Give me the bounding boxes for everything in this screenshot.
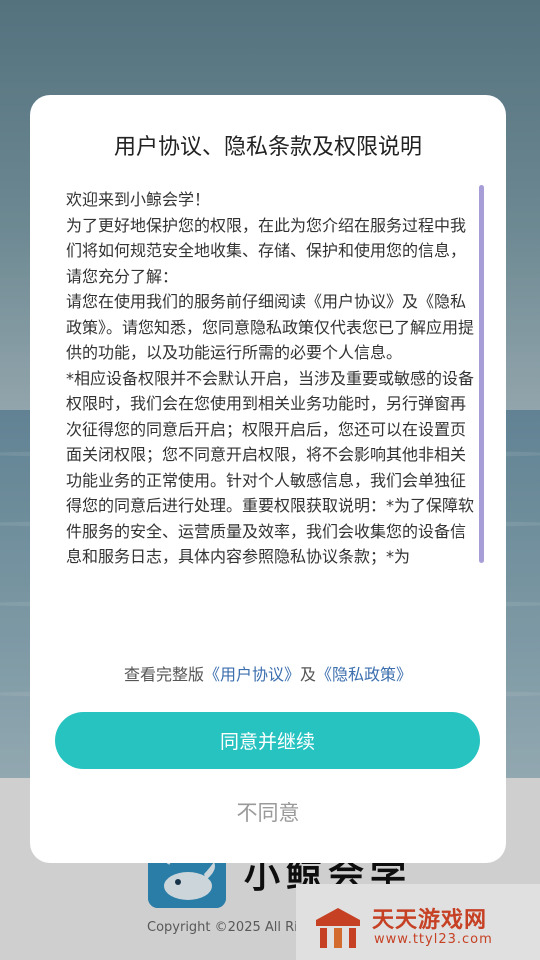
dialog-title: 用户协议、隐私条款及权限说明 (113, 135, 422, 160)
user-agreement-link[interactable]: 《用户协议》 (204, 665, 300, 684)
links-and: 及 (300, 665, 317, 684)
agreement-content-text: 欢迎来到小鲸会学！ 为了更好地保护您的权限，在此为您介绍在服务过程中我们将如何规… (66, 190, 475, 566)
privacy-policy-link[interactable]: 《隐私政策》 (316, 665, 412, 684)
full-agreement-links: 查看完整版《用户协议》及《隐私政策》 (30, 661, 506, 685)
agreement-dialog: 用户协议、隐私条款及权限说明 欢迎来到小鲸会学！ 为了更好地保护您的权限，在此为… (30, 95, 506, 863)
agreement-content-scroll[interactable]: 欢迎来到小鲸会学！ 为了更好地保护您的权限，在此为您介绍在服务过程中我们将如何规… (66, 187, 476, 633)
links-prefix: 查看完整版 (123, 665, 204, 684)
content-scrollbar[interactable] (479, 185, 484, 563)
disagree-button[interactable]: 不同意 (168, 791, 368, 833)
agree-continue-button[interactable]: 同意并继续 (55, 712, 480, 769)
